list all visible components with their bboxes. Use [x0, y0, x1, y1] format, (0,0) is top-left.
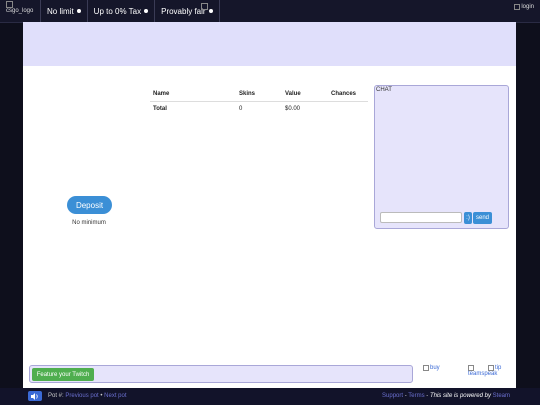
column-header-name: Name [150, 87, 236, 102]
dot-icon [208, 9, 213, 13]
steam-link[interactable]: Steam [493, 393, 510, 399]
broken-image-icon [514, 4, 521, 10]
table-row: Total 0 $0.00 [150, 102, 368, 117]
top-banner [23, 22, 516, 66]
sound-toggle-button[interactable] [28, 391, 42, 401]
terms-link[interactable]: Terms [408, 393, 424, 399]
dot-icon [76, 9, 81, 13]
footer-links: Support - Terms - This site is powered b… [382, 393, 510, 399]
logo-alt-text: csgo_logo [6, 8, 34, 14]
chat-panel: CHAT :) send [374, 85, 509, 229]
speaker-icon [31, 392, 38, 400]
emoji-button[interactable]: :) [464, 212, 472, 224]
buy-alt-text: buy [430, 365, 440, 371]
main-content: Deposit No minimum Name Skins Value Chan… [23, 22, 516, 388]
buy-link[interactable]: buy [423, 365, 440, 371]
site-logo[interactable]: csgo_logo [0, 0, 40, 22]
deposit-minimum-note: No minimum [72, 220, 106, 226]
total-chances [328, 102, 368, 117]
separator: - [426, 393, 429, 399]
pot-number-label: Pot #: [48, 393, 64, 399]
separator: - [404, 393, 407, 399]
deposit-button[interactable]: Deposit [67, 196, 112, 214]
chat-title: CHAT [376, 87, 392, 93]
send-button[interactable]: send [473, 212, 492, 224]
table-header-row: Name Skins Value Chances [150, 87, 368, 102]
column-header-skins: Skins [236, 87, 282, 102]
broken-image-icon [6, 1, 13, 8]
next-pot-link[interactable]: Next pot [104, 393, 126, 399]
nav-item-provably-fair[interactable]: Provably fair [155, 0, 220, 22]
login-button[interactable]: login [514, 4, 534, 10]
total-label: Total [153, 106, 167, 112]
chat-message-input[interactable] [380, 212, 462, 223]
login-alt-text: login [521, 4, 534, 10]
nav-item-no-limit[interactable]: No limit [40, 0, 88, 22]
nav-item-label: Provably fair [161, 6, 206, 16]
teamspeak-alt-text: teamspeak [468, 371, 498, 377]
tip-alt-text: tip [495, 365, 502, 371]
powered-by-text: This site is powered by [429, 393, 491, 399]
broken-image-icon [488, 365, 494, 371]
support-link[interactable]: Support [382, 393, 403, 399]
pot-navigation: Pot #: Previous pot • Next pot [48, 393, 127, 399]
broken-image-icon [423, 365, 429, 371]
nav-item-tax[interactable]: Up to 0% Tax [88, 0, 156, 22]
column-header-value: Value [282, 87, 328, 102]
top-navigation-bar: csgo_logo No limit Up to 0% Tax Provably… [0, 0, 540, 23]
twitch-feature-panel: Feature your Twitch [29, 365, 413, 383]
previous-pot-link[interactable]: Previous pot [65, 393, 98, 399]
tip-link[interactable]: tip [488, 365, 501, 371]
broken-image-icon [201, 3, 208, 10]
pot-table: Name Skins Value Chances Total 0 $0.00 [150, 87, 368, 116]
separator: • [100, 393, 103, 399]
nav-item-label: No limit [47, 6, 74, 16]
feature-twitch-button[interactable]: Feature your Twitch [32, 368, 94, 381]
dot-icon [144, 9, 149, 13]
nav-item-label: Up to 0% Tax [93, 6, 142, 16]
column-header-chances: Chances [328, 87, 368, 102]
total-value: $0.00 [285, 106, 301, 112]
total-skins: 0 [239, 106, 243, 112]
